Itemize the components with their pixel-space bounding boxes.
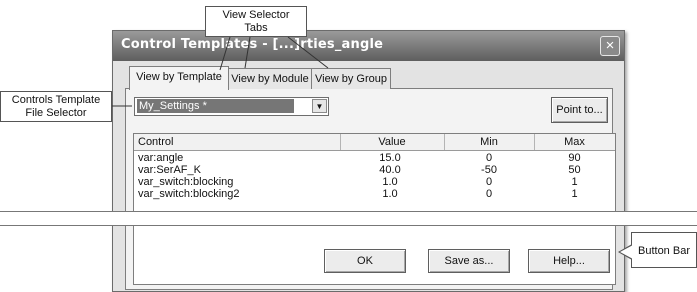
callout-line: Button Bar <box>638 245 690 257</box>
callout-line: View Selector <box>222 9 290 21</box>
leader-line <box>244 36 251 69</box>
button-bar-callout: Button Bar <box>631 232 697 268</box>
view-selector-callout: View Selector Tabs <box>205 6 307 37</box>
callout-line: Controls Template <box>11 94 101 106</box>
template-file-selector-callout: Controls Template File Selector <box>0 91 112 122</box>
callout-line: File Selector <box>25 107 87 119</box>
callout-leaders <box>112 36 329 107</box>
leader-line <box>219 36 231 71</box>
callout-line: Tabs <box>244 22 268 34</box>
button-bar-pointer-fill <box>620 245 633 259</box>
leader-line <box>287 36 329 69</box>
